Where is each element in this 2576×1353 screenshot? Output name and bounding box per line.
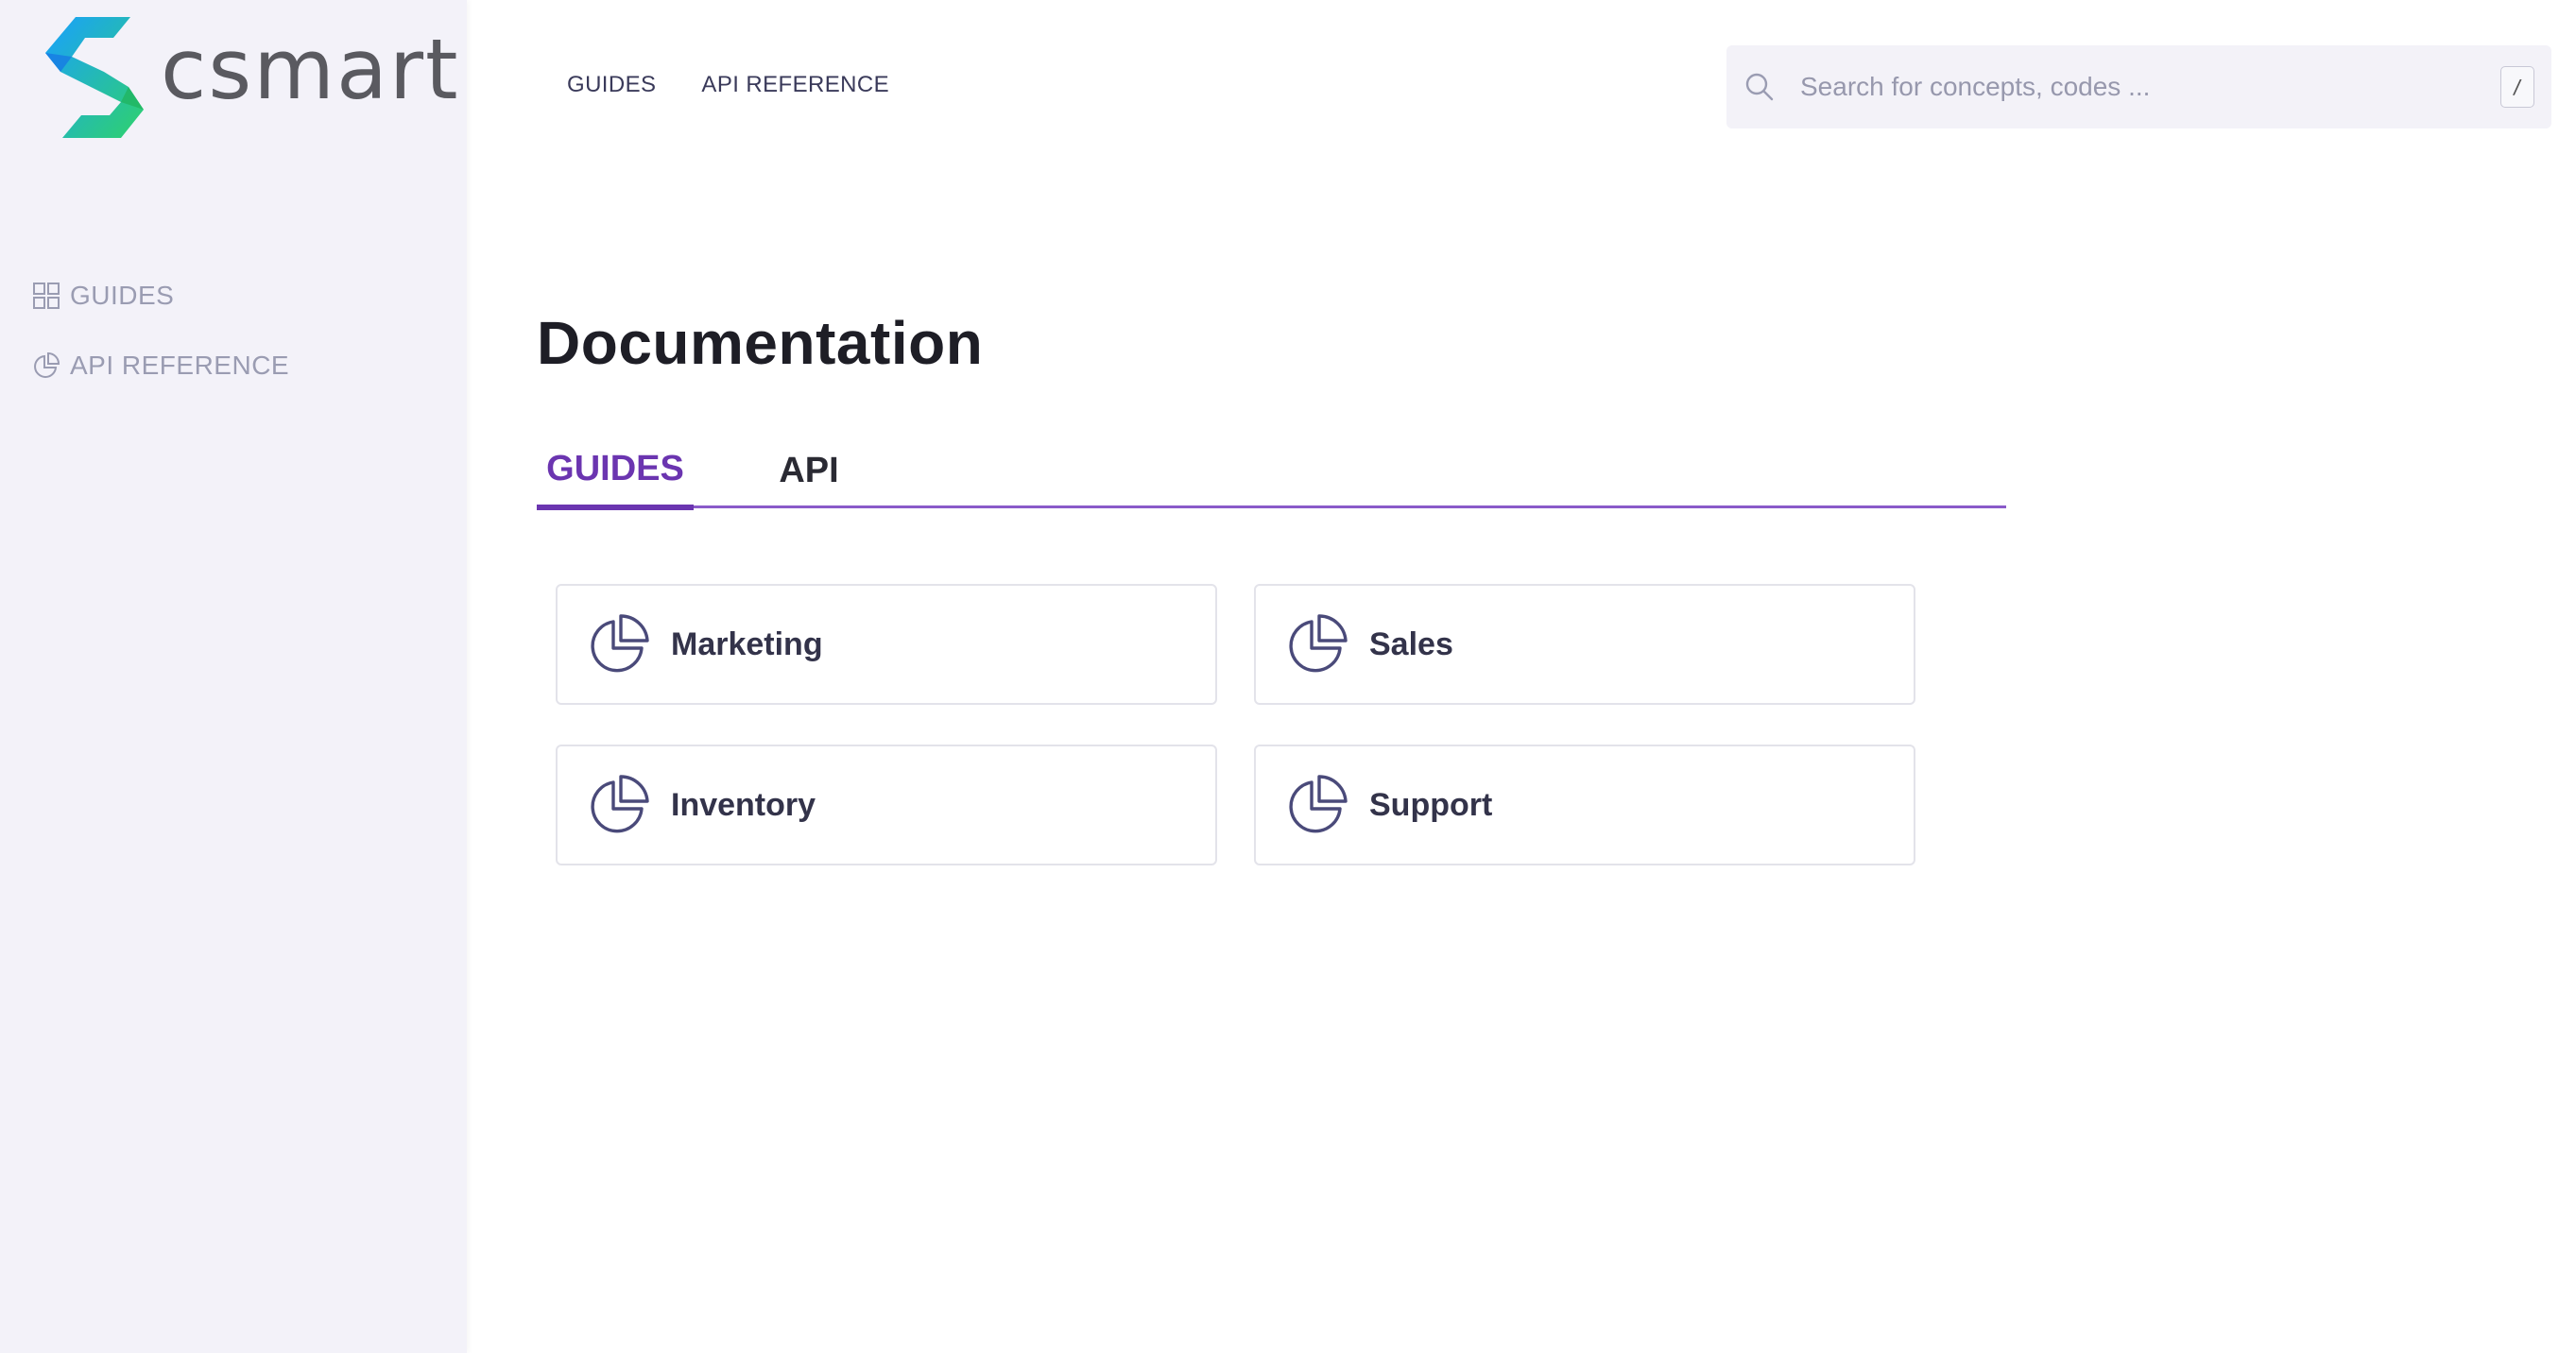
tab-api[interactable]: API bbox=[762, 433, 856, 508]
brand-name: csmart bbox=[161, 21, 460, 118]
pie-chart-icon bbox=[34, 351, 60, 378]
card-marketing[interactable]: Marketing bbox=[556, 584, 1217, 705]
sidebar-item-label: API REFERENCE bbox=[70, 351, 290, 380]
top-nav: GUIDES API REFERENCE bbox=[567, 72, 889, 98]
doc-tabs: GUIDES API bbox=[537, 433, 2006, 510]
logo-mark-icon bbox=[45, 17, 144, 138]
pie-chart-icon bbox=[1289, 775, 1348, 833]
sidebar-item-api-reference[interactable]: API REFERENCE bbox=[32, 344, 289, 387]
brand-logo[interactable]: csmart bbox=[38, 13, 460, 142]
card-sales[interactable]: Sales bbox=[1254, 584, 1915, 705]
sidebar-item-label: GUIDES bbox=[70, 281, 175, 310]
sidebar-item-guides[interactable]: GUIDES bbox=[32, 274, 289, 317]
search-icon bbox=[1745, 73, 1774, 101]
card-inventory[interactable]: Inventory bbox=[556, 745, 1217, 865]
card-label: Support bbox=[1369, 786, 1493, 823]
page-title: Documentation bbox=[537, 309, 984, 377]
pie-chart-icon bbox=[591, 614, 649, 673]
topnav-link-guides[interactable]: GUIDES bbox=[567, 72, 656, 98]
grid-icon bbox=[33, 283, 60, 309]
card-label: Inventory bbox=[671, 786, 816, 823]
sidebar: csmart GUIDES API REFERENCE bbox=[0, 0, 467, 1353]
card-support[interactable]: Support bbox=[1254, 745, 1915, 865]
guide-cards: Marketing Sales Inventory Support bbox=[556, 584, 1915, 865]
pie-chart-icon bbox=[591, 775, 649, 833]
search-bar[interactable]: / bbox=[1726, 45, 2551, 128]
search-shortcut-key: / bbox=[2500, 66, 2534, 108]
search-input[interactable] bbox=[1800, 72, 2500, 102]
sidebar-nav: GUIDES API REFERENCE bbox=[32, 274, 289, 414]
topnav-link-api-reference[interactable]: API REFERENCE bbox=[701, 72, 889, 98]
card-label: Marketing bbox=[671, 625, 823, 662]
card-label: Sales bbox=[1369, 625, 1453, 662]
pie-chart-icon bbox=[1289, 614, 1348, 673]
tab-guides[interactable]: GUIDES bbox=[537, 433, 694, 510]
